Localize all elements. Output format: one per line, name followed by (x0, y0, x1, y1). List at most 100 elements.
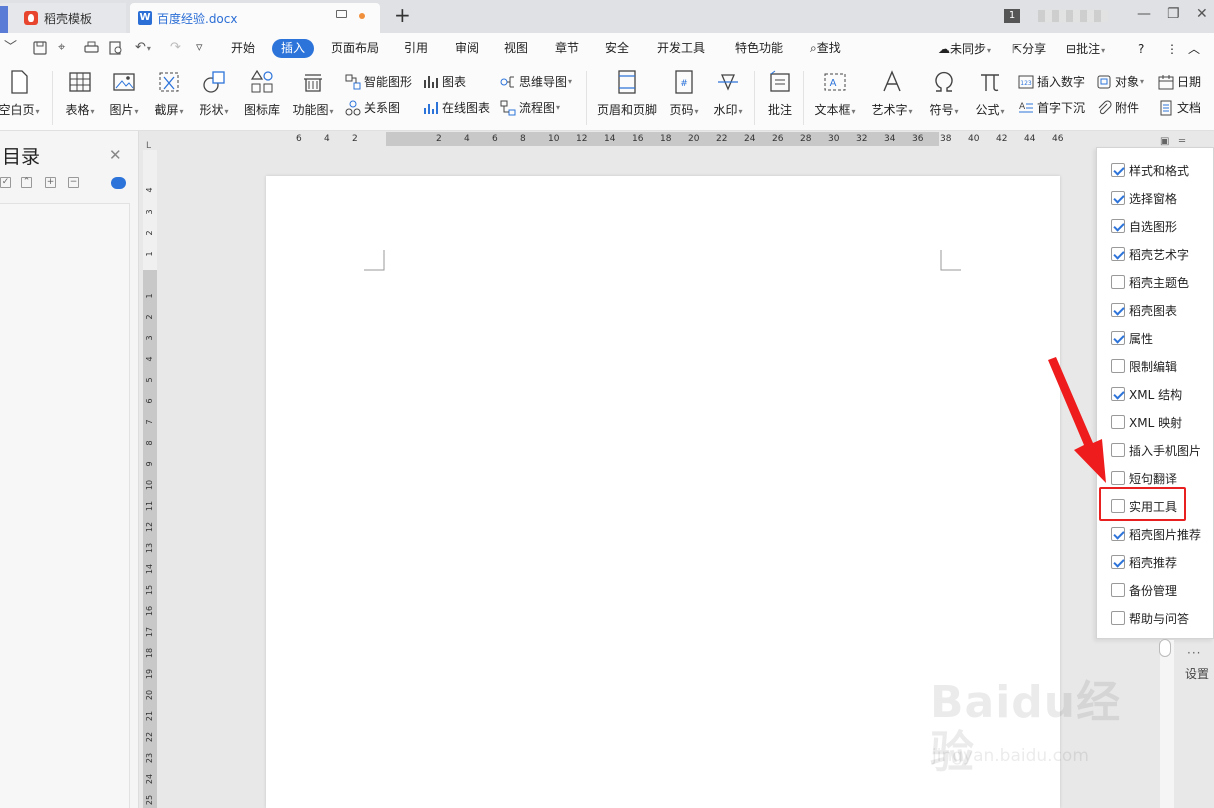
quick-access-dropdown-icon[interactable]: ▿ (196, 41, 203, 55)
pane-option-6[interactable]: 稻壳图表 (1111, 301, 1177, 319)
remove-heading-icon[interactable]: − (68, 177, 79, 188)
date-button[interactable]: 日期 (1158, 73, 1201, 90)
menu-sections[interactable]: 章节 (555, 40, 579, 56)
online-chart-button[interactable]: 在线图表 (423, 99, 490, 116)
pane-option-11[interactable]: 插入手机图片 (1111, 441, 1201, 459)
new-tab-plus-icon[interactable]: + (394, 5, 411, 25)
checkbox[interactable] (1111, 191, 1125, 205)
pane-option-16[interactable]: 备份管理 (1111, 581, 1177, 599)
pane-option-15[interactable]: 稻壳推荐 (1111, 553, 1177, 571)
more-icon[interactable]: ⋮ (1166, 41, 1178, 57)
page-number-button[interactable]: # 页码▾ (666, 69, 702, 118)
menu-security[interactable]: 安全 (605, 40, 629, 56)
pane-option-14[interactable]: 稻壳图片推荐 (1111, 525, 1201, 543)
chevron-down-icon[interactable]: ﹀ (4, 41, 17, 55)
checkbox[interactable] (1111, 359, 1125, 373)
expand-all-icon[interactable]: ✓ (0, 177, 11, 188)
undo-icon[interactable]: ↶▾ (135, 41, 151, 56)
collapse-ribbon-icon[interactable]: ︿ (1188, 41, 1200, 57)
formula-button[interactable]: 公式▾ (972, 69, 1008, 118)
settings-dots-icon[interactable]: ··· (1187, 646, 1201, 660)
smart-toc-icon[interactable] (111, 177, 126, 189)
tab-daoke-templates[interactable]: 稻壳模板 (0, 3, 126, 36)
object-button[interactable]: 对象 ▾ (1096, 73, 1144, 90)
checkbox[interactable] (1111, 387, 1125, 401)
redo-icon[interactable]: ↷ (170, 41, 181, 55)
checkbox[interactable] (1111, 611, 1125, 625)
monitor-icon[interactable] (336, 10, 347, 18)
blank-page-button[interactable]: 空白页▾ (0, 69, 44, 118)
search-button[interactable]: ⌕查找 (810, 40, 841, 56)
menu-home[interactable]: 开始 (231, 40, 255, 56)
help-icon[interactable]: ? (1138, 41, 1144, 57)
pane-option-9[interactable]: XML 结构 (1111, 385, 1182, 403)
icon-library-button[interactable]: 图标库 (242, 69, 282, 118)
menu-page-layout[interactable]: 页面布局 (331, 40, 379, 56)
pane-option-17[interactable]: 帮助与问答 (1111, 609, 1189, 627)
format-painter-icon[interactable]: ⌖ (58, 41, 65, 55)
pane-option-12[interactable]: 短句翻译 (1111, 469, 1177, 487)
horizontal-ruler[interactable]: 6 4 2 2 4 6 8 10 12 14 16 18 20 22 24 26 28 30 32 34 36 38 40 4… (290, 132, 1063, 146)
pane-option-7[interactable]: 属性 (1111, 329, 1153, 347)
menu-view[interactable]: 视图 (504, 40, 528, 56)
menu-special-features[interactable]: 特色功能 (735, 40, 783, 56)
collapse-up-icon[interactable]: ⌃ (21, 177, 32, 188)
insert-number-button[interactable]: 123 插入数字 (1018, 73, 1085, 90)
comment-menu-button[interactable]: ⊟批注▾ (1066, 41, 1105, 59)
picture-button[interactable]: 图片▾ (106, 69, 142, 118)
function-chart-button[interactable]: 功能图▾ (289, 69, 337, 118)
restore-icon[interactable]: ❐ (1167, 6, 1180, 22)
attachment-button[interactable]: 附件 (1096, 99, 1139, 116)
print-preview-icon[interactable] (109, 41, 123, 59)
menu-developer[interactable]: 开发工具 (657, 40, 705, 56)
mindmap-button[interactable]: 思维导图 ▾ (500, 73, 572, 90)
toc-list[interactable] (0, 203, 130, 808)
close-window-icon[interactable]: ✕ (1196, 6, 1208, 22)
pane-option-10[interactable]: XML 映射 (1111, 413, 1182, 431)
checkbox[interactable] (1111, 247, 1125, 261)
pane-option-8[interactable]: 限制编辑 (1111, 357, 1177, 375)
vertical-ruler[interactable]: 4 3 2 1 1 2 3 4 5 6 7 8 9 10 11 12 13 14 15 16 17 18 19 20 21 22 2… (143, 150, 157, 808)
scrollbar-thumb[interactable] (1159, 639, 1171, 657)
checkbox[interactable] (1111, 275, 1125, 289)
table-button[interactable]: 表格▾ (62, 69, 98, 118)
checkbox[interactable] (1111, 331, 1125, 345)
sync-status[interactable]: ☁未同步▾ (938, 41, 991, 59)
wordart-button[interactable]: 艺术字▾ (868, 69, 916, 118)
minimize-icon[interactable]: — (1137, 6, 1151, 22)
document-button[interactable]: 文档 (1158, 99, 1201, 116)
symbol-button[interactable]: 符号▾ (926, 69, 962, 118)
share-button[interactable]: ⇱分享 (1012, 41, 1046, 57)
checkbox[interactable] (1111, 163, 1125, 177)
close-icon[interactable]: ✕ (109, 147, 122, 163)
pane-option-1[interactable]: 样式和格式 (1111, 161, 1189, 179)
add-heading-icon[interactable]: + (45, 177, 56, 188)
pane-option-4[interactable]: 稻壳艺术字 (1111, 245, 1189, 263)
checkbox[interactable] (1111, 471, 1125, 485)
screenshot-button[interactable]: 截屏▾ (151, 69, 187, 118)
header-footer-button[interactable]: 页眉和页脚 (594, 69, 660, 118)
dropcap-button[interactable]: A 首字下沉 (1018, 99, 1085, 116)
relation-chart-button[interactable]: 关系图 (345, 99, 400, 116)
menu-references[interactable]: 引用 (404, 40, 428, 56)
save-icon[interactable] (33, 41, 47, 59)
settings-button[interactable]: 设置 (1185, 665, 1209, 682)
pane-option-5[interactable]: 稻壳主题色 (1111, 273, 1189, 291)
checkbox[interactable] (1111, 219, 1125, 233)
checkbox[interactable] (1111, 443, 1125, 457)
pane-option-2[interactable]: 选择窗格 (1111, 189, 1177, 207)
watermark-button[interactable]: 水印▾ (710, 69, 746, 118)
pane-option-3[interactable]: 自选图形 (1111, 217, 1177, 235)
print-icon[interactable] (84, 41, 99, 59)
smart-shape-button[interactable]: 智能图形 (345, 73, 412, 90)
checkbox[interactable] (1111, 583, 1125, 597)
insert-comment-button[interactable]: 批注 (764, 69, 796, 118)
checkbox[interactable] (1111, 527, 1125, 541)
chart-button[interactable]: 图表 (423, 73, 466, 90)
checkbox[interactable] (1111, 415, 1125, 429)
menu-insert[interactable]: 插入 (272, 39, 315, 58)
menu-review[interactable]: 审阅 (455, 40, 479, 56)
tab-document[interactable]: W 百度经验.docx (130, 3, 380, 33)
flowchart-button[interactable]: 流程图 ▾ (500, 99, 560, 116)
textbox-button[interactable]: A 文本框▾ (812, 69, 858, 118)
